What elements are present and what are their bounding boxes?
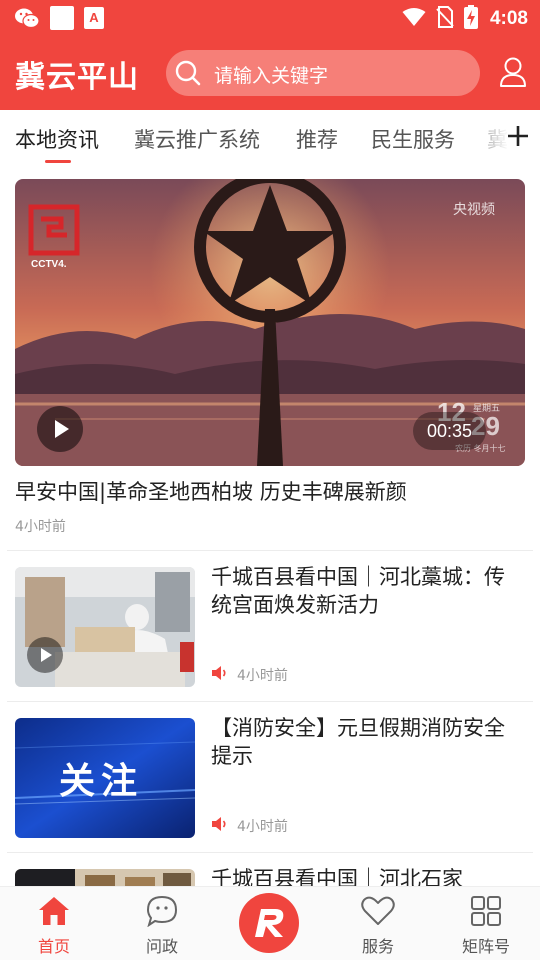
active-tab-indicator — [45, 160, 71, 163]
play-icon — [55, 420, 69, 438]
chat-bubble-icon — [146, 895, 178, 928]
news-time: 4小时前 — [237, 668, 288, 684]
app-header: 冀云平山 请输入关键字 — [0, 38, 540, 110]
search-icon — [174, 59, 202, 87]
tab-local-news[interactable]: 本地资讯 — [15, 124, 99, 154]
speaker-icon[interactable] — [211, 816, 229, 836]
nav-label: 首页 — [37, 937, 70, 956]
watermark-text: 央视频 — [453, 202, 495, 218]
nav-label: 矩阵号 — [461, 937, 510, 956]
app-title: 冀云平山 — [15, 60, 139, 95]
news-item[interactable]: 千城百县看中国｜河北藁城：传统宫面焕发新活力 4小时前 — [0, 551, 540, 701]
nav-services[interactable]: 服务 — [338, 895, 418, 957]
app-logo-icon — [255, 909, 284, 937]
search-bar[interactable]: 请输入关键字 — [166, 50, 480, 96]
bottom-nav: 首页 问政 服务 矩阵号 — [0, 886, 540, 960]
no-sim-icon — [436, 6, 454, 32]
tab-promotion-system[interactable]: 冀云推广系统 — [134, 124, 260, 154]
square-icon — [50, 6, 74, 30]
battery-charging-icon — [463, 5, 478, 33]
nav-matrix[interactable]: 矩阵号 — [446, 895, 526, 957]
play-icon — [41, 648, 52, 662]
play-button[interactable] — [27, 637, 63, 673]
top-bar: A 4:08 冀云平山 请输入关键字 — [0, 0, 540, 110]
news-thumbnail — [15, 567, 195, 687]
play-button[interactable] — [37, 406, 83, 452]
tab-recommend[interactable]: 推荐 — [296, 124, 338, 154]
news-thumbnail: 关注 — [15, 718, 195, 838]
grid-icon — [471, 896, 501, 926]
tab-livelihood-services[interactable]: 民生服务 — [371, 124, 455, 154]
news-title: 【消防安全】元旦假期消防安全提示 — [211, 716, 505, 768]
wifi-icon — [402, 7, 426, 31]
hero-title[interactable]: 早安中国|革命圣地西柏坡 历史丰碑展新颜 — [15, 476, 407, 506]
home-icon — [39, 897, 69, 925]
news-thumbnail — [15, 869, 195, 886]
heart-icon — [361, 896, 395, 925]
news-title: 千城百县看中国｜河北藁城：传统宫面焕发新活力 — [211, 565, 505, 617]
nav-home[interactable]: 首页 — [14, 895, 94, 957]
app-logo-button[interactable] — [239, 893, 299, 953]
category-tabs: 本地资讯 冀云推广系统 推荐 民生服务 冀 — [0, 110, 540, 168]
speaker-icon[interactable] — [211, 665, 229, 685]
news-item[interactable]: 关注 【消防安全】元旦假期消防安全提示 4小时前 — [0, 702, 540, 852]
hero-time: 4小时前 — [15, 519, 66, 535]
hero-video-thumbnail[interactable]: CCTV4. 央视频 12 星期五 29 农历 冬月十七 00:35 — [15, 179, 525, 466]
nav-wenzheng[interactable]: 问政 — [122, 895, 202, 957]
news-title: 千城百县看中国｜河北石家 — [211, 867, 463, 886]
app-a-icon: A — [84, 7, 104, 29]
status-bar: A 4:08 — [0, 0, 540, 38]
video-duration: 00:35 — [413, 412, 487, 450]
status-time: 4:08 — [489, 8, 528, 29]
news-item[interactable]: 千城百县看中国｜河北石家 — [0, 853, 540, 886]
thumb-caption: 关注 — [59, 761, 144, 802]
news-time: 4小时前 — [237, 819, 288, 835]
nav-label: 服务 — [361, 937, 394, 956]
nav-label: 问政 — [145, 937, 178, 956]
channel-logo-text: CCTV4. — [31, 259, 67, 270]
news-feed: CCTV4. 央视频 12 星期五 29 农历 冬月十七 00:35 早安中国|… — [0, 168, 540, 886]
user-icon[interactable] — [498, 56, 528, 88]
add-channel-icon[interactable] — [506, 124, 530, 148]
wechat-icon — [14, 6, 40, 30]
search-placeholder: 请输入关键字 — [214, 65, 329, 87]
